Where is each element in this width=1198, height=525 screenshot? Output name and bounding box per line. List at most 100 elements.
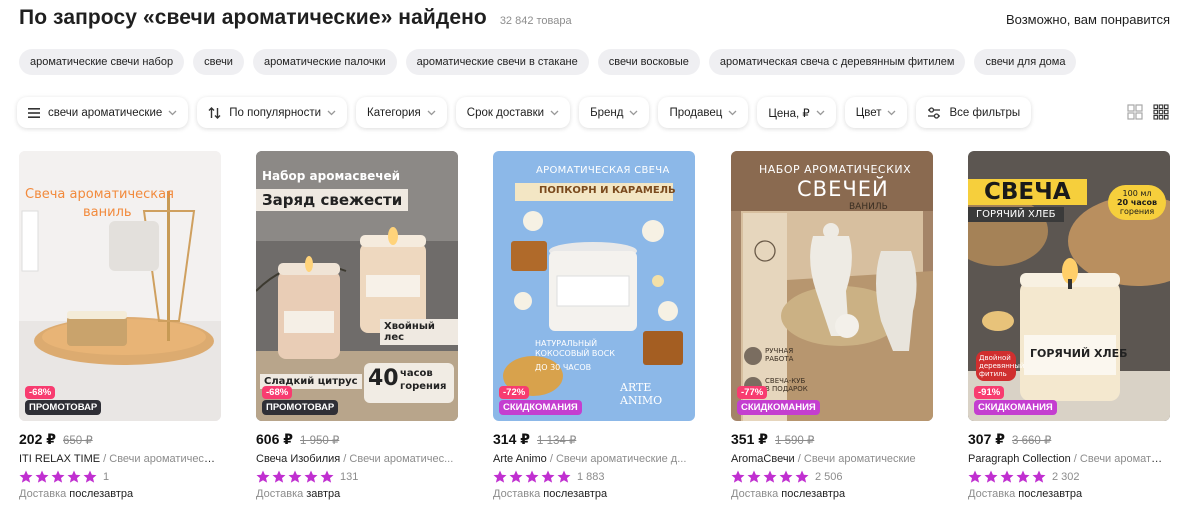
star-icons [19,470,97,483]
image-text: 100 мл [1122,189,1152,198]
all-filters-button[interactable]: Все фильтры [916,97,1032,128]
image-text: Заряд свежести [256,189,409,211]
old-price: 1 590 ₽ [775,435,815,447]
badges: -77% СКИДКОМАНИЯ [737,386,820,415]
image-text: Двойной [979,354,1011,362]
chip-candles-in-glass[interactable]: ароматические свечи в стакане [405,49,589,75]
chevron-down-icon [629,110,638,116]
chip-home-candles[interactable]: свечи для дома [974,49,1077,75]
rating-count: 131 [340,471,359,483]
filter-seller[interactable]: Продавец [658,97,749,128]
product-card[interactable]: АРОМАТИЧЕСКАЯ СВЕЧА ПОПКОРН И КАРАМЕЛЬ Н… [493,151,695,500]
image-text: деревянный [979,362,1025,370]
chevron-down-icon [887,110,896,116]
badges: -91% СКИДКОМАНИЯ [974,386,1057,415]
menu-icon [28,107,40,118]
chip-candles[interactable]: свечи [193,49,244,75]
current-price: 202 ₽ [19,431,56,447]
maybe-like-link[interactable]: Возможно, вам понравится [1006,12,1170,27]
product-card[interactable]: НАБОР АРОМАТИЧЕСКИХ СВЕЧЕЙ ВАНИЛЬ РУЧНАЯ… [731,151,933,500]
image-text: НАТУРАЛЬНЫЙ [535,339,598,348]
chip-wax-candles[interactable]: свечи восковые [597,49,700,75]
rating-stars [256,470,335,484]
product-image[interactable]: Свеча ароматическая ваниль -68% ПРОМОТОВ… [19,151,221,421]
promo-tag: ПРОМОТОВАР [262,400,339,415]
rating-stars [731,470,810,484]
product-category: Свечи ароматичес... [349,453,454,465]
product-title[interactable]: Arte Animo / Свечи ароматические д... [493,453,693,465]
chevron-down-icon [728,110,737,116]
product-card[interactable]: Свеча ароматическая ваниль -68% ПРОМОТОВ… [19,151,221,500]
discount-badge: -72% [499,386,530,399]
delivery-label: Доставка [493,488,541,500]
delivery-label: Доставка [968,488,1016,500]
discount-badge: -91% [974,386,1005,399]
product-category: Свечи ароматическа... [109,453,219,465]
search-header: По запросу «свечи ароматические» найдено… [19,6,572,30]
rating-row: 1 [19,470,221,484]
filter-brand[interactable]: Бренд [579,97,650,128]
filter-price-label: Цена, ₽ [768,107,810,120]
product-title[interactable]: Paragraph Collection / Свечи ароматическ… [968,453,1168,465]
filter-color[interactable]: Цвет [844,97,908,128]
star-icons [968,470,1046,483]
current-price: 307 ₽ [968,431,1005,447]
product-card[interactable]: СВЕЧА ГОРЯЧИЙ ХЛЕБ 100 мл 20 часов горен… [968,151,1170,500]
image-text: ваниль [83,205,132,220]
sort-button[interactable]: По популярности [197,97,348,128]
grid-small-icon[interactable] [1153,104,1169,120]
delivery-info: Доставка послезавтра [731,488,933,500]
delivery-info: Доставка послезавтра [968,488,1170,500]
product-title[interactable]: ITI RELAX TIME / Свечи ароматическа... [19,453,219,465]
rating-row: 2 302 [968,470,1170,484]
product-image[interactable]: СВЕЧА ГОРЯЧИЙ ХЛЕБ 100 мл 20 часов горен… [968,151,1170,421]
delivery-label: Доставка [19,488,67,500]
delivery-info: Доставка завтра [256,488,458,500]
delivery-day: послезавтра [1018,488,1083,500]
image-text: 40 [368,366,399,391]
product-image[interactable]: Набор аромасвечей Заряд свежести Хвойный… [256,151,458,421]
discount-badge: -77% [737,386,768,399]
star-icons [731,470,809,483]
rating-count: 2 506 [815,471,843,483]
rating-stars [19,470,98,484]
image-text: ПОПКОРН И КАРАМЕЛЬ [539,185,676,196]
product-category: Свечи ароматические д... [555,453,687,465]
image-text: 20 часов [1116,198,1158,207]
image-text: часов [400,368,433,379]
filter-category[interactable]: Категория [356,97,447,128]
price-row: 351 ₽ 1 590 ₽ [731,431,933,448]
chip-aroma-set[interactable]: ароматические свечи набор [19,49,185,75]
old-price: 3 660 ₽ [1012,435,1052,447]
current-price: 351 ₽ [731,431,768,447]
badges: -68% ПРОМОТОВАР [25,386,102,415]
image-text: Свеча ароматическая [25,187,174,202]
filter-bar: свечи ароматические По популярности Кате… [17,97,1032,128]
chevron-down-icon [168,110,177,116]
product-image[interactable]: АРОМАТИЧЕСКАЯ СВЕЧА ПОПКОРН И КАРАМЕЛЬ Н… [493,151,695,421]
chevron-down-icon [816,110,825,116]
grid-large-icon[interactable] [1127,104,1143,120]
product-image[interactable]: НАБОР АРОМАТИЧЕСКИХ СВЕЧЕЙ ВАНИЛЬ РУЧНАЯ… [731,151,933,421]
rating-count: 1 883 [577,471,605,483]
category-select-button[interactable]: свечи ароматические [17,97,189,128]
product-card[interactable]: Набор аромасвечей Заряд свежести Хвойный… [256,151,458,500]
product-title[interactable]: AromaСвечи / Свечи ароматические [731,453,931,465]
image-text: фитиль [979,370,1007,378]
filter-price[interactable]: Цена, ₽ [757,97,836,128]
delivery-day: послезавтра [543,488,608,500]
chip-wooden-wick[interactable]: ароматическая свеча с деревянным фитилем [708,49,966,75]
page-title: По запросу «свечи ароматические» найдено [19,6,487,29]
price-row: 314 ₽ 1 134 ₽ [493,431,695,448]
old-price: 1 950 ₽ [300,435,340,447]
delivery-day: послезавтра [69,488,134,500]
chevron-down-icon [550,110,559,116]
brand-name: Paragraph Collection [968,453,1071,465]
product-title[interactable]: Свеча Изобилия / Свечи ароматичес... [256,453,456,465]
delivery-day: завтра [306,488,341,500]
all-filters-label: Все фильтры [949,106,1021,119]
chip-aroma-sticks[interactable]: ароматические палочки [252,49,397,75]
rating-row: 1 883 [493,470,695,484]
filter-delivery[interactable]: Срок доставки [455,97,571,128]
product-category: Свечи ароматические [803,453,916,465]
